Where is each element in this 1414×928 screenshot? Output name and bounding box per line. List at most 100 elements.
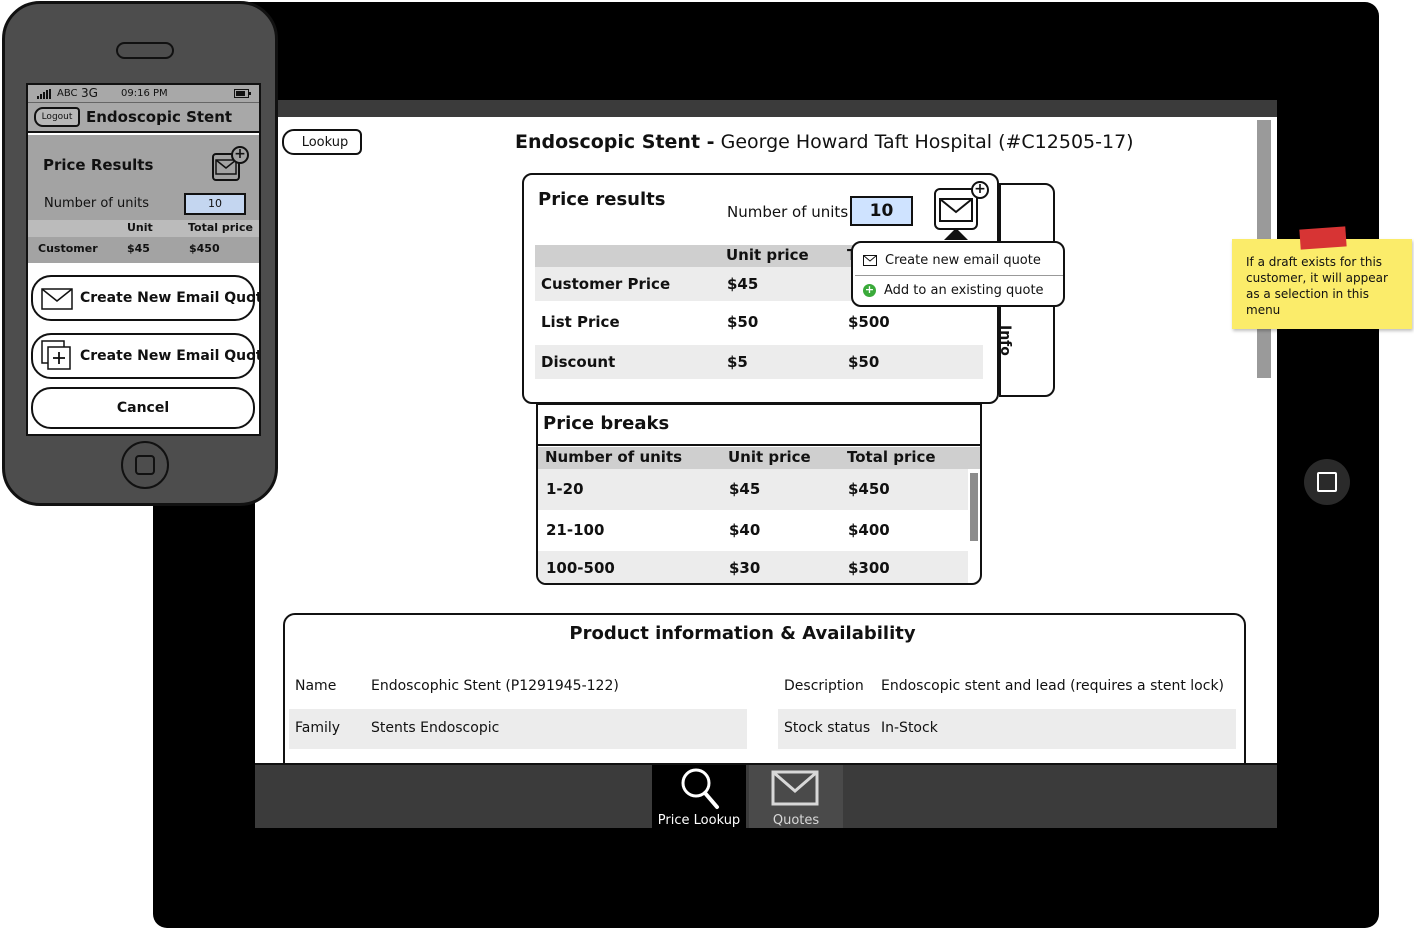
page-title: Endoscopic Stent - George Howard Taft Ho… [515,131,1134,153]
product-description-row: Description Endoscopic stent and lead (r… [778,667,1236,707]
name-value: Endoscophic Stent (P1291945-122) [371,678,619,694]
tablet-screen: Lookup Endoscopic Stent - George Howard … [255,100,1277,828]
price-breaks-scrollbar[interactable] [970,473,978,541]
page-title-product: Endoscopic Stent - [515,131,715,153]
phone-table-header: Unit Total price [28,220,259,237]
table-row: Discount $5 $50 [535,345,983,379]
units-label: Number of units [727,203,849,221]
add-existing-quote-label: Create New Email Quote [80,348,261,364]
row-units: 21-100 [546,521,605,539]
family-label: Family [295,720,341,736]
create-new-email-quote-button[interactable]: Create New Email Quote [31,275,259,321]
create-email-quote-label: Create new email quote [885,252,1041,268]
col-units: Number of units [545,448,683,466]
row-unit: $40 [729,521,761,539]
add-existing-quote-label: Add to an existing quote [884,282,1044,298]
row-total: $450 [189,242,220,255]
row-total: $50 [848,353,880,371]
add-icon: + [231,146,249,164]
units-input[interactable]: 10 [850,196,913,226]
create-new-email-quote-label: Create New Email Quote [80,290,261,306]
battery-icon [234,89,251,98]
signal-icon [37,89,51,99]
create-email-quote-item[interactable]: Create new email quote [863,246,1041,274]
table-row: List Price $50 $500 [535,305,983,339]
row-unit: $45 [127,242,150,255]
stock-value: In-Stock [881,720,938,736]
row-label: Customer [38,242,98,255]
description-value: Endoscopic stent and lead (requires a st… [881,678,1225,694]
add-icon: + [971,181,989,199]
phone-price-results-title: Price Results [43,156,154,174]
add-existing-quote-item[interactable]: + Add to an existing quote [863,276,1044,304]
sticky-tape [1299,226,1347,250]
row-label: Customer Price [541,275,671,293]
page-title-customer: George Howard Taft Hospital (#C12505-17) [720,131,1134,153]
phone-price-results: Price Results + Number of units 10 Unit … [28,135,259,265]
col-unit: Unit [127,221,153,234]
col-total: Total price [188,221,253,234]
row-label: List Price [541,313,620,331]
table-row: Customer $45 $450 [28,237,259,257]
cancel-label: Cancel [116,400,170,416]
sticky-note: If a draft exists for this customer, it … [1232,239,1412,329]
row-total: $450 [848,480,890,498]
price-breaks-header: Number of units Unit price Total price [538,447,980,469]
add-existing-quote-button[interactable]: Create New Email Quote [31,333,259,379]
table-row: 1-20 $45 $450 [538,469,968,510]
phone-screen: ABC 3G 09:16 PM Logout Endoscopic Stent … [26,83,261,436]
col-total-price: Total price [847,448,936,466]
tablet-home-button[interactable] [1304,459,1350,505]
envelope-icon [939,198,973,222]
time-label: 09:16 PM [121,88,168,99]
envelope-icon [41,288,73,310]
network-label: 3G [81,86,98,100]
phone-header: Logout Endoscopic Stent [28,102,259,133]
price-breaks-title: Price breaks [543,413,670,434]
tab-price-lookup-label: Price Lookup [657,813,741,828]
info-tab-label: Info [997,325,1013,356]
tab-quotes-label: Quotes [772,813,820,828]
phone-action-sheet: Create New Email Quote Create New Email … [28,263,259,434]
row-unit: $5 [727,353,748,371]
email-quote-dropdown: Create new email quote + Add to an exist… [851,241,1065,307]
carrier-label: ABC [57,88,78,99]
price-results-title: Price results [538,189,666,210]
divider [538,444,980,446]
add-document-icon [41,340,71,370]
add-circle-icon: + [863,282,876,297]
col-unit-price: Unit price [728,448,811,466]
envelope-icon [771,770,819,806]
row-total: $500 [848,313,890,331]
tab-price-lookup[interactable]: Price Lookup [652,765,746,828]
dropdown-caret [944,228,968,240]
price-breaks-panel: Price breaks Number of units Unit price … [536,403,982,585]
phone-title: Endoscopic Stent [86,108,233,126]
phone-units-input[interactable]: 10 [184,193,246,215]
product-name-row: Name Endoscophic Stent (P1291945-122) [289,667,747,707]
name-label: Name [295,678,337,694]
row-unit: $50 [727,313,759,331]
col-unit-price: Unit price [726,246,809,264]
phone-speaker [116,42,174,59]
phone-home-button[interactable] [121,441,169,489]
phone-units-label: Number of units [44,196,149,211]
tab-quotes[interactable]: Quotes [749,765,843,828]
row-units: 1-20 [546,480,584,498]
cancel-button[interactable]: Cancel [31,387,255,429]
envelope-icon [863,254,877,266]
description-label: Description [784,678,864,694]
product-stock-row: Stock status In-Stock [778,709,1236,749]
row-units: 100-500 [546,559,615,577]
logout-button[interactable]: Logout [34,107,80,127]
table-row: 100-500 $30 $300 [538,551,968,583]
product-family-row: Family Stents Endoscopic [289,709,747,749]
phone-status-bar: ABC 3G 09:16 PM [28,85,259,102]
row-unit: $45 [729,480,761,498]
status-bar [255,100,1277,117]
stock-label: Stock status [784,720,871,736]
lookup-back-button[interactable]: Lookup [282,129,362,155]
product-info-title: Product information & Availability [569,623,916,644]
phone-frame: ABC 3G 09:16 PM Logout Endoscopic Stent … [2,1,278,506]
magnifier-icon [681,768,719,809]
